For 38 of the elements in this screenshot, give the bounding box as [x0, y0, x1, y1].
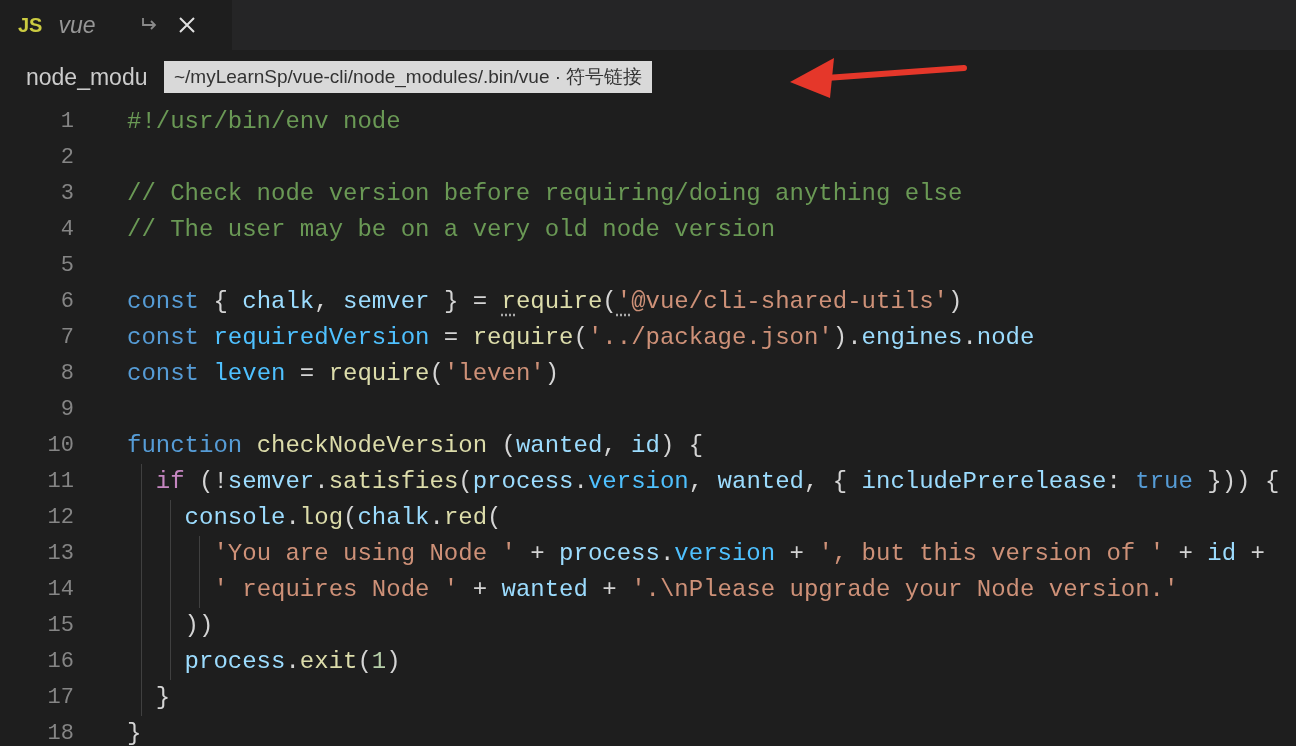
line-number: 12: [46, 504, 74, 532]
line-number: 5: [59, 252, 74, 280]
line-number: 16: [46, 648, 74, 676]
line-number: 14: [46, 576, 74, 604]
code-line: ' requires Node ' + wanted + '.\nPlease upgrade your Node version.': [127, 572, 1179, 608]
line-number: 13: [46, 540, 74, 568]
editor-tab[interactable]: vue: [58, 7, 139, 43]
breadcrumb-item[interactable]: node_modu: [26, 50, 148, 104]
code-line: if (!semver.satisfies(process.version, wanted, { includePrerelease: true })) {: [127, 464, 1280, 500]
code-line: console.log(chalk.red(: [127, 500, 502, 536]
line-number: 6: [59, 288, 74, 316]
line-number: 3: [59, 180, 74, 208]
code-line: #!/usr/bin/env node: [127, 107, 401, 137]
close-icon[interactable]: [178, 16, 197, 34]
line-number: 17: [46, 684, 74, 712]
code-line: const requiredVersion = require('../package.json').engines.node: [127, 323, 1035, 353]
code-line: const { chalk, semver } = require('@vue/cli-shared-utils'): [127, 287, 963, 317]
code-line: 'You are using Node ' + process.version + ', but this version of ' + id +: [127, 536, 1265, 572]
line-number: 4: [59, 216, 74, 244]
code-line: }: [127, 680, 171, 716]
code-line: function checkNodeVersion (wanted, id) {: [127, 431, 704, 461]
line-number: 8: [59, 360, 74, 388]
line-number: 7: [59, 324, 74, 352]
line-number: 1: [59, 108, 74, 136]
line-number: 11: [46, 468, 74, 496]
code-line: process.exit(1): [127, 644, 401, 680]
line-number: 2: [59, 144, 74, 172]
line-number: 9: [59, 396, 74, 424]
line-number: 10: [46, 432, 74, 460]
code-line: }: [127, 719, 142, 746]
code-line: // The user may be on a very old node version: [127, 215, 776, 245]
javascript-file-icon: JS: [18, 10, 43, 40]
line-number: 15: [46, 612, 74, 640]
path-tooltip: ~/myLearnSp/vue-cli/node_modules/.bin/vue · 符号链接: [164, 61, 653, 93]
line-number: 18: [46, 720, 74, 746]
code-line: const leven = require('leven'): [127, 359, 560, 389]
code-line: )): [127, 608, 214, 644]
code-line: // Check node version before requiring/doing anything else: [127, 179, 963, 209]
